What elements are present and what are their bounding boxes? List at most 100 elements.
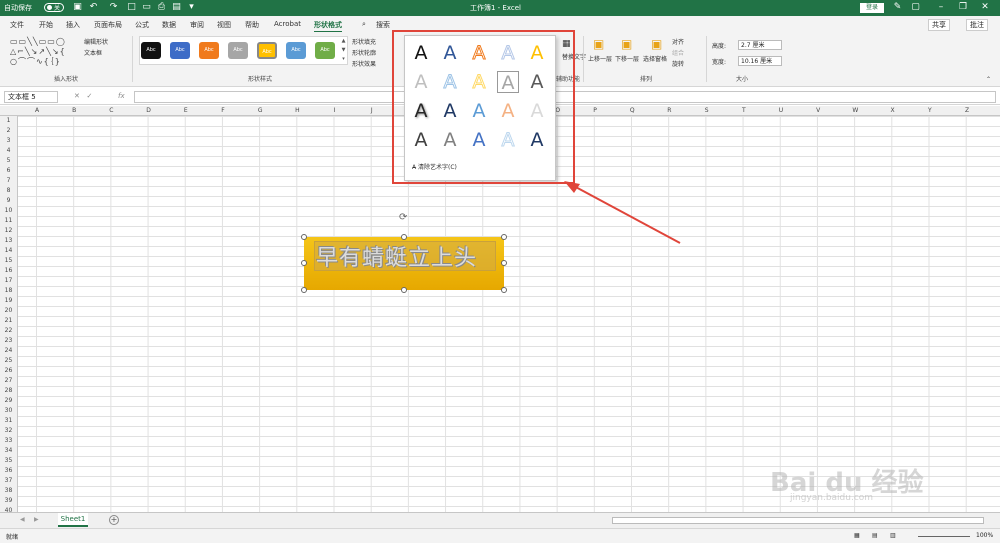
column-header[interactable]: X bbox=[875, 107, 911, 114]
bring-forward-icon[interactable]: ▣ bbox=[593, 37, 604, 51]
sheet-tab-sheet1[interactable]: Sheet1 bbox=[58, 513, 88, 527]
resize-handle[interactable] bbox=[501, 287, 507, 293]
tab-help[interactable]: 帮助 bbox=[245, 20, 259, 30]
prev-sheet-icon[interactable]: ◀ bbox=[20, 516, 25, 523]
column-header[interactable]: J bbox=[354, 107, 390, 114]
zoom-slider[interactable] bbox=[918, 536, 970, 537]
customize-toolbar-icon[interactable]: ▾ bbox=[186, 2, 197, 13]
row-header[interactable]: 11 bbox=[0, 217, 17, 224]
shape-effect-button[interactable]: 形状效果 bbox=[352, 59, 376, 68]
login-button[interactable]: 登录 bbox=[860, 3, 884, 13]
pen-icon[interactable]: ✎ bbox=[892, 2, 903, 13]
share-button[interactable]: 共享 bbox=[928, 19, 950, 31]
page-layout-view-icon[interactable]: ▤ bbox=[872, 532, 878, 539]
row-header[interactable]: 4 bbox=[0, 147, 17, 154]
row-header[interactable]: 26 bbox=[0, 367, 17, 374]
row-header[interactable]: 21 bbox=[0, 317, 17, 324]
tab-file[interactable]: 文件 bbox=[10, 20, 24, 30]
shape-style-4[interactable]: Abc bbox=[228, 42, 248, 59]
bring-forward-button[interactable]: 上移一层 bbox=[588, 54, 612, 63]
resize-handle[interactable] bbox=[301, 260, 307, 266]
row-header[interactable]: 15 bbox=[0, 257, 17, 264]
tab-acrobat[interactable]: Acrobat bbox=[274, 20, 301, 28]
column-header[interactable]: F bbox=[205, 107, 241, 114]
normal-view-icon[interactable]: ▦ bbox=[854, 532, 860, 539]
row-header[interactable]: 9 bbox=[0, 197, 17, 204]
row-header[interactable]: 18 bbox=[0, 287, 17, 294]
shape-style-3[interactable]: Abc bbox=[199, 42, 219, 59]
tab-data[interactable]: 数据 bbox=[162, 20, 176, 30]
row-header[interactable]: 12 bbox=[0, 227, 17, 234]
row-header[interactable]: 36 bbox=[0, 467, 17, 474]
shape-style-5[interactable]: Abc bbox=[257, 42, 277, 59]
column-header[interactable]: D bbox=[131, 107, 167, 114]
zoom-level[interactable]: 100% bbox=[976, 532, 993, 539]
resize-handle[interactable] bbox=[501, 260, 507, 266]
row-header[interactable]: 3 bbox=[0, 137, 17, 144]
name-box[interactable]: 文本框 5 bbox=[4, 91, 58, 103]
row-header[interactable]: 13 bbox=[0, 237, 17, 244]
horizontal-scrollbar[interactable] bbox=[612, 517, 984, 524]
column-header[interactable]: E bbox=[168, 107, 204, 114]
row-header[interactable]: 31 bbox=[0, 417, 17, 424]
comment-button[interactable]: 批注 bbox=[966, 19, 988, 31]
selection-pane-icon[interactable]: ▣ bbox=[651, 37, 662, 51]
shape-outline-button[interactable]: 形状轮廓 bbox=[352, 48, 376, 57]
row-header[interactable]: 37 bbox=[0, 477, 17, 484]
width-input[interactable]: 10.16 厘米 bbox=[738, 56, 782, 66]
row-header[interactable]: 30 bbox=[0, 407, 17, 414]
row-header[interactable]: 32 bbox=[0, 427, 17, 434]
column-header[interactable]: U bbox=[763, 107, 799, 114]
align-button[interactable]: 对齐 bbox=[672, 37, 684, 46]
undo-icon[interactable]: ↶ bbox=[88, 2, 99, 13]
column-header[interactable]: I bbox=[317, 107, 353, 114]
tab-review[interactable]: 审阅 bbox=[190, 20, 204, 30]
row-header[interactable]: 19 bbox=[0, 297, 17, 304]
row-header[interactable]: 14 bbox=[0, 247, 17, 254]
resize-handle[interactable] bbox=[301, 287, 307, 293]
row-header[interactable]: 27 bbox=[0, 377, 17, 384]
quick-print-icon[interactable]: ▤ bbox=[171, 2, 182, 13]
edit-shape-button[interactable]: 编辑形状 bbox=[84, 37, 108, 46]
shape-style-7[interactable]: Abc bbox=[315, 42, 335, 59]
shape-styles-scroll[interactable]: ▲ ▼ ▾ bbox=[340, 37, 347, 64]
column-header[interactable]: H bbox=[279, 107, 315, 114]
selection-pane-button[interactable]: 选择窗格 bbox=[643, 54, 667, 63]
collapse-ribbon-icon[interactable]: ⌃ bbox=[986, 76, 991, 83]
open-folder-icon[interactable]: ▭ bbox=[141, 2, 152, 13]
print-preview-icon[interactable]: ⎙ bbox=[156, 2, 167, 13]
shape-style-6[interactable]: Abc bbox=[286, 42, 306, 59]
row-header[interactable]: 23 bbox=[0, 337, 17, 344]
row-header[interactable]: 2 bbox=[0, 127, 17, 134]
height-input[interactable]: 2.7 厘米 bbox=[738, 40, 782, 50]
shape-fill-button[interactable]: 形状填充 bbox=[352, 37, 376, 46]
row-header[interactable]: 5 bbox=[0, 157, 17, 164]
column-header[interactable]: G bbox=[242, 107, 278, 114]
minimize-icon[interactable]: – bbox=[934, 1, 948, 14]
resize-handle[interactable] bbox=[301, 234, 307, 240]
column-header[interactable]: C bbox=[93, 107, 129, 114]
resize-handle[interactable] bbox=[501, 234, 507, 240]
row-header[interactable]: 10 bbox=[0, 207, 17, 214]
search-icon[interactable]: ⌕ bbox=[362, 20, 366, 29]
column-header[interactable]: V bbox=[800, 107, 836, 114]
tab-page-layout[interactable]: 页面布局 bbox=[94, 20, 122, 30]
textbox-text[interactable]: 早有蜻蜓立上头 bbox=[316, 240, 498, 272]
tab-home[interactable]: 开始 bbox=[39, 20, 53, 30]
next-sheet-icon[interactable]: ▶ bbox=[34, 516, 39, 523]
row-header[interactable]: 16 bbox=[0, 267, 17, 274]
resize-handle[interactable] bbox=[401, 287, 407, 293]
tab-insert[interactable]: 插入 bbox=[66, 20, 80, 30]
redo-icon[interactable]: ↷ bbox=[108, 2, 119, 13]
send-backward-icon[interactable]: ▣ bbox=[621, 37, 632, 51]
column-header[interactable]: R bbox=[651, 107, 687, 114]
row-header[interactable]: 20 bbox=[0, 307, 17, 314]
group-button[interactable]: 组合 bbox=[672, 48, 684, 57]
add-sheet-icon[interactable]: + bbox=[109, 515, 119, 525]
row-header[interactable]: 25 bbox=[0, 357, 17, 364]
new-file-icon[interactable]: □ bbox=[126, 2, 137, 13]
save-icon[interactable]: ▣ bbox=[72, 2, 83, 13]
column-header[interactable]: Q bbox=[614, 107, 650, 114]
page-break-view-icon[interactable]: ▥ bbox=[890, 532, 896, 539]
row-header[interactable]: 7 bbox=[0, 177, 17, 184]
